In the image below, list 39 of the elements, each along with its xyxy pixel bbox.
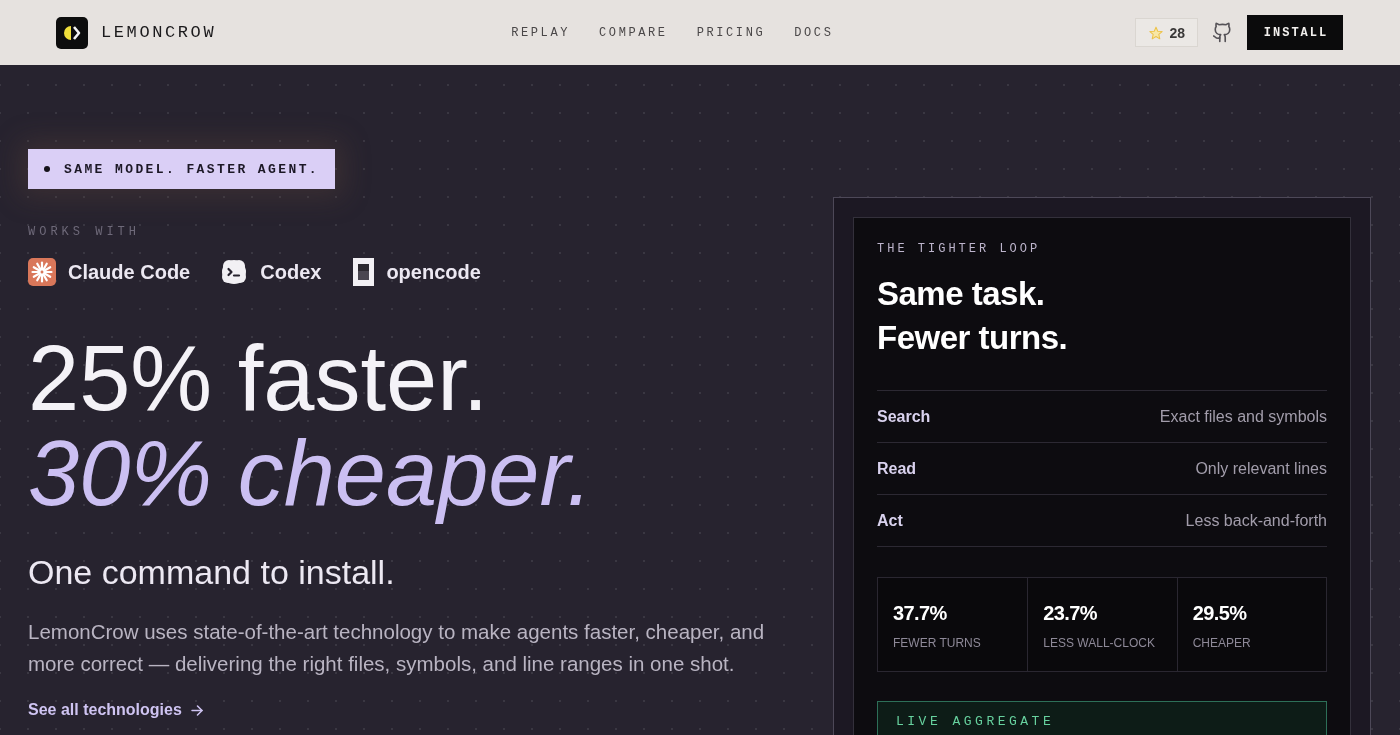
stat-label: CHEAPER	[1192, 636, 1251, 650]
step-detail: Less back-and-forth	[1185, 511, 1327, 530]
install-button[interactable]: INSTALL	[1247, 15, 1343, 50]
nav-link[interactable]: REPLAY	[511, 25, 571, 40]
stat-value: 37.7%	[893, 602, 947, 624]
starburst-icon	[28, 258, 56, 286]
technologies-link[interactable]: See all technologies	[28, 700, 203, 720]
tagline-text: SAME MODEL. FASTER AGENT.	[64, 161, 320, 177]
card-eyebrow: THE TIGHTER LOOP	[877, 242, 1042, 256]
live-aggregate-label: LIVE AGGREGATE	[896, 714, 1055, 729]
step-label: Act	[877, 511, 903, 530]
agent-name: opencode	[386, 260, 481, 284]
arrow-icon	[190, 704, 203, 716]
dot-icon	[44, 166, 50, 172]
description: LemonCrow uses state-of-the-art technology to make agents faster, cheaper, and more correct — delivering the right files, symbols, and line ranges in one shot.	[28, 619, 766, 677]
step-detail: Exact files and symbols	[1159, 407, 1327, 426]
window-frame-icon	[353, 258, 375, 286]
nav-link[interactable]: COMPARE	[599, 25, 668, 40]
subheading: One command to install.	[28, 552, 395, 592]
step-label: Search	[877, 407, 931, 426]
nav-link[interactable]: PRICING	[696, 25, 766, 40]
brand-name[interactable]: LEMONCROW	[101, 23, 217, 42]
step-label: Read	[877, 459, 917, 478]
stat-label: FEWER TURNS	[893, 636, 981, 650]
step-detail: Only relevant lines	[1195, 459, 1327, 478]
agent-name: Codex	[260, 260, 322, 284]
cat-icon[interactable]	[1213, 22, 1232, 43]
stat-label: LESS WALL-CLOCK	[1043, 636, 1155, 650]
terminal-cloud-icon	[220, 258, 249, 286]
works-with-label: WORKS WITH	[28, 225, 140, 239]
nav-link[interactable]: DOCS	[794, 25, 834, 40]
card-title: Same task. Fewer turns.	[877, 274, 1069, 358]
logo-icon[interactable]	[56, 16, 88, 49]
star-icon	[1149, 25, 1164, 40]
stat-value: 29.5%	[1192, 602, 1247, 624]
agent-name: Claude Code	[68, 260, 191, 284]
headline: 25% faster.	[28, 331, 489, 426]
stat-value: 23.7%	[1043, 602, 1098, 624]
star-count-button[interactable]: 28	[1135, 18, 1198, 47]
